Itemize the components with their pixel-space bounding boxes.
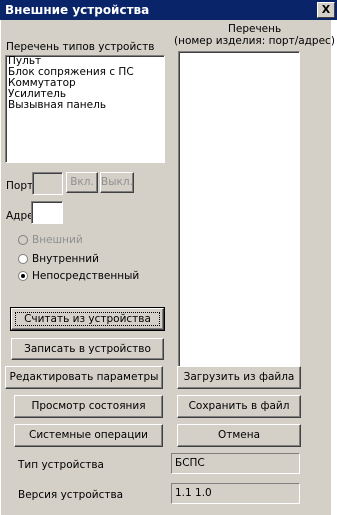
radio-direct-label: Непосредственный	[32, 270, 140, 282]
window-title: Внешние устройства	[5, 3, 150, 17]
port-on-button[interactable]: Вкл.	[66, 172, 98, 193]
read-from-device-button[interactable]: Считать из устройства	[10, 307, 165, 331]
cancel-button[interactable]: Отмена	[177, 424, 301, 447]
system-operations-button[interactable]: Системные операции	[14, 424, 163, 447]
view-state-button[interactable]: Просмотр состояния	[14, 395, 163, 418]
load-from-file-button[interactable]: Загрузить из файла	[177, 366, 301, 389]
address-input[interactable]	[31, 201, 63, 224]
device-list-sublabel: (номер изделия: порт/адрес)	[174, 35, 335, 47]
title-bar[interactable]: Внешние устройства X	[0, 0, 337, 20]
focus-rectangle	[15, 312, 160, 326]
device-version-label: Версия устройства	[18, 489, 124, 501]
radio-direct[interactable]: Непосредственный	[18, 270, 139, 282]
close-button[interactable]: X	[317, 2, 335, 18]
device-type-value: БСПС	[171, 453, 300, 474]
external-devices-dialog: Внешние устройства X Перечень типов устр…	[0, 0, 337, 515]
device-list-label: Перечень	[228, 23, 282, 35]
device-list-listbox[interactable]	[178, 51, 300, 377]
radio-external-circle	[18, 235, 28, 245]
radio-selected-dot	[21, 274, 25, 278]
radio-internal-label: Внутренний	[32, 253, 99, 265]
device-types-label: Перечень типов устройств	[6, 41, 155, 53]
radio-internal-circle	[18, 254, 28, 264]
dialog-body: Перечень типов устройств Пульт Блок сопря…	[1, 20, 335, 515]
save-to-file-button[interactable]: Сохранить в файл	[177, 395, 301, 418]
device-types-listbox[interactable]: Пульт Блок сопряжения с ПС Коммутатор Усили…	[5, 55, 165, 163]
radio-external[interactable]: Внешний	[18, 234, 83, 246]
device-version-value: 1.1 1.0	[171, 483, 300, 504]
radio-direct-circle	[18, 271, 28, 281]
radio-external-label: Внешний	[32, 234, 83, 246]
write-to-device-button[interactable]: Записать в устройство	[11, 338, 164, 360]
edit-parameters-button[interactable]: Редактировать параметры	[5, 366, 163, 389]
device-type-item[interactable]: Вызывная панель	[6, 100, 164, 111]
radio-internal[interactable]: Внутренний	[18, 253, 99, 265]
port-input[interactable]	[32, 172, 63, 195]
port-off-button[interactable]: Выкл.	[100, 172, 134, 193]
port-label: Порт	[6, 180, 34, 192]
device-type-label: Тип устройства	[18, 459, 104, 471]
